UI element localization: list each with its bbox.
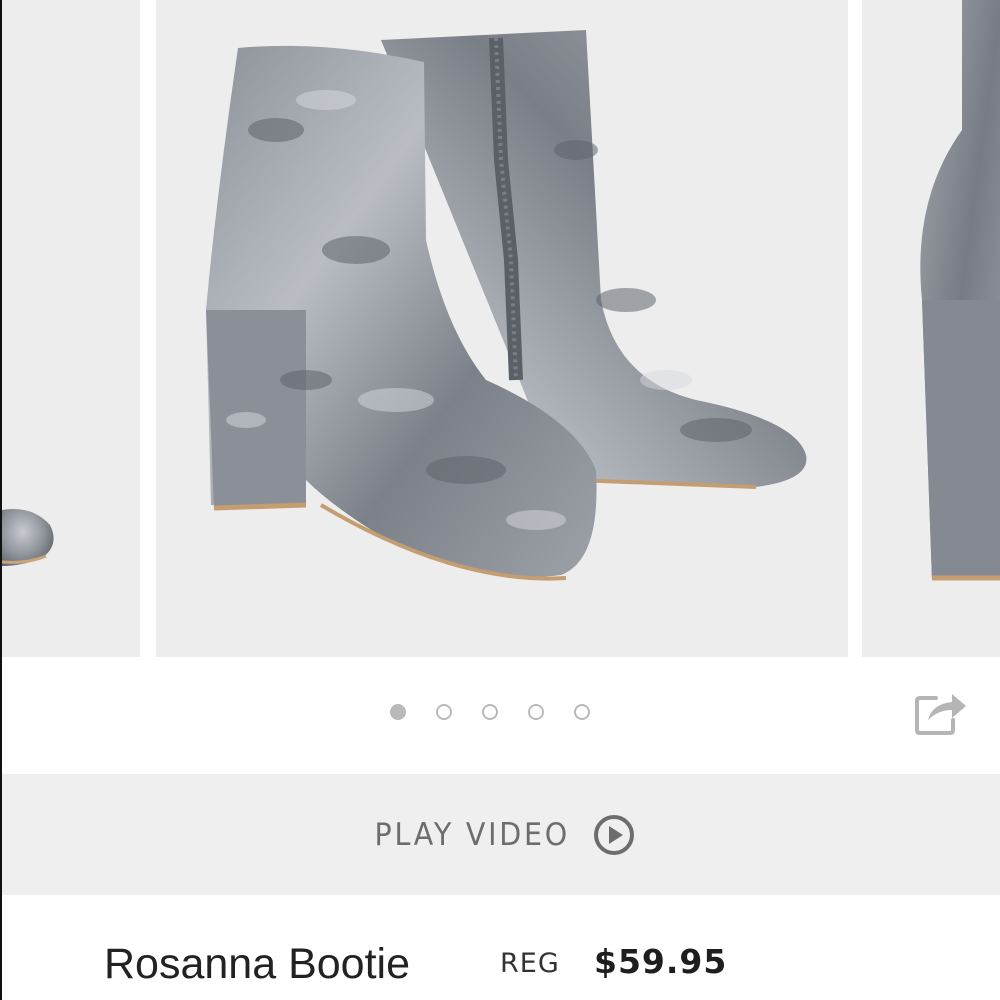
carousel-dot-3[interactable] (482, 704, 498, 720)
carousel-pagination (390, 704, 590, 720)
booties-image (206, 30, 807, 581)
carousel-dot-2[interactable] (436, 704, 452, 720)
carousel-dot-1[interactable] (390, 704, 406, 720)
product-price: $59.95 (594, 942, 728, 981)
play-video-button[interactable]: PLAY VIDEO (2, 774, 1000, 895)
carousel-slide-main[interactable] (156, 0, 848, 657)
carousel-dot-4[interactable] (528, 704, 544, 720)
price-label: REG (500, 948, 560, 979)
share-icon (915, 694, 966, 735)
carousel-slide-next[interactable] (862, 0, 1000, 657)
boot-side-image (920, 0, 1000, 581)
share-button[interactable] (914, 686, 968, 736)
boot-toe-image (2, 509, 54, 566)
carousel-dot-5[interactable] (574, 704, 590, 720)
product-image-carousel[interactable] (0, 0, 1000, 657)
product-title: Rosanna Bootie (104, 940, 410, 988)
carousel-slide-previous[interactable] (2, 0, 140, 657)
play-circle-icon (594, 814, 635, 855)
play-video-label: PLAY VIDEO (374, 816, 570, 853)
